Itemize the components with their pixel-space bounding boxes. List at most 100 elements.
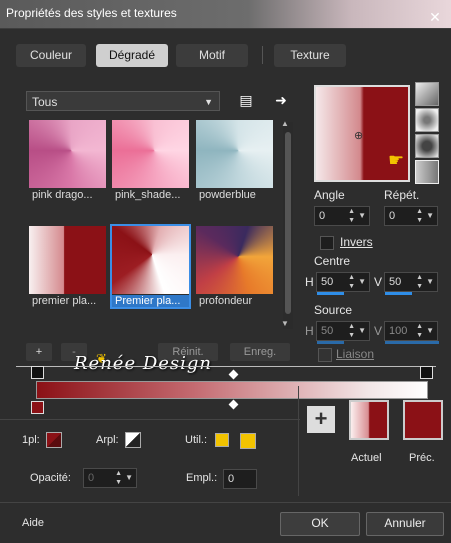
rectangular-style-button[interactable] [415,108,439,132]
gradient-tile-pink-dragon[interactable]: pink drago... [29,120,106,201]
arpl-label: Arpl: [96,434,119,446]
vertical-divider [298,386,299,496]
scroll-up-icon[interactable]: ▲ [281,119,289,128]
stepper-arrows-icon[interactable]: ▲ ▼ [115,469,122,487]
chevron-down-icon[interactable]: ▼ [125,469,133,487]
tab-motif[interactable]: Motif [176,44,248,67]
window-title: Propriétés des styles et textures [6,6,177,20]
source-v-stepper[interactable]: 100 ▲ ▼ ▼ [384,321,439,344]
stepper-arrows-icon[interactable]: ▲ ▼ [348,322,355,340]
chevron-down-icon[interactable]: ▼ [358,273,366,291]
repeat-stepper[interactable]: 0 ▲ ▼ ▼ [384,206,438,226]
chevron-down-icon[interactable]: ▼ [358,207,366,225]
add-swatch-button[interactable]: + [307,406,335,433]
gradient-thumbnail [29,226,106,294]
help-link[interactable]: Aide [22,517,44,529]
source-v-slider[interactable] [385,341,439,344]
source-h-label: H [305,324,314,338]
opacity-label: Opacité: [30,472,71,484]
center-v-stepper[interactable]: 50 ▲ ▼ ▼ [384,272,438,295]
source-label: Source [314,303,353,317]
transparency-stop-left[interactable] [31,366,44,379]
source-h-slider[interactable] [317,341,344,344]
gradient-tile-premier-plan-2[interactable]: Premier pla... [110,224,191,309]
center-v-value: 50 [389,276,402,288]
gradient-name: premier pla... [32,295,97,307]
chevron-down-icon[interactable]: ▼ [426,207,434,225]
radial-style-button[interactable] [415,134,439,158]
tab-degrade[interactable]: Dégradé [96,44,168,67]
stepper-arrows-icon[interactable]: ▲ ▼ [416,322,423,340]
util-swatch-1[interactable] [215,433,229,447]
empl-label: Empl.: [186,472,218,484]
stepper-arrows-icon[interactable]: ▲ ▼ [348,273,355,291]
chevron-down-icon: ▼ [204,97,213,107]
gradient-name: pink drago... [32,189,93,201]
gradient-tile-pink-shade[interactable]: pink_shade... [112,120,189,201]
gradient-thumbnail [112,226,189,294]
stop-color-swatch[interactable] [46,432,62,448]
chevron-down-icon[interactable]: ▼ [426,273,434,291]
opacity-stepper[interactable]: 0 ▲ ▼ ▼ [83,468,137,488]
footer-divider [0,502,451,503]
center-h-label: H [305,275,314,289]
cancel-button[interactable]: Annuler [366,512,444,536]
save-gradient-button[interactable]: Enreg. [230,343,290,361]
invert-label: Invers [340,235,373,249]
gradient-bar[interactable] [36,381,428,399]
scrollbar-thumb[interactable] [285,132,291,314]
center-v-label: V [374,275,383,289]
gradient-name: Premier pla... [112,295,189,307]
center-h-stepper[interactable]: 50 ▲ ▼ ▼ [316,272,370,295]
previous-label: Préc. [409,452,435,464]
center-h-slider[interactable] [317,292,344,295]
tab-texture[interactable]: Texture [274,44,346,67]
repeat-label: Répét. [384,188,420,202]
center-label: Centre [314,254,351,268]
add-gradient-button[interactable]: + [26,343,52,361]
color-stop-left[interactable] [31,401,44,414]
invert-checkbox[interactable] [320,236,334,250]
stop-color-label: 1pl: [22,434,40,446]
pointer-hand-icon: ☛ [388,150,405,170]
arrow-right-icon[interactable]: ➜ [272,91,290,109]
transparency-stop-right[interactable] [420,366,433,379]
gradient-tile-profondeur[interactable]: profondeur [196,226,273,307]
angle-stepper[interactable]: 0 ▲ ▼ ▼ [314,206,370,226]
stepper-arrows-icon[interactable]: ▲ ▼ [416,207,423,225]
source-h-stepper[interactable]: 50 ▲ ▼ ▼ [316,321,370,344]
stepper-arrows-icon[interactable]: ▲ ▼ [416,273,423,291]
category-dropdown[interactable]: Tous ▼ [26,91,220,111]
link-label: Liaison [336,347,375,361]
linear-style-button[interactable] [415,82,439,106]
source-v-value: 100 [389,325,408,337]
link-checkbox[interactable] [318,348,332,362]
center-handle-icon[interactable]: ⊕ [354,129,363,142]
tab-separator [262,46,263,64]
center-v-slider[interactable] [385,292,412,295]
chevron-down-icon[interactable]: ▼ [358,322,366,340]
gradient-tile-premier-plan-1[interactable]: premier pla... [29,226,106,307]
empl-value: 0 [228,473,235,485]
previous-swatch[interactable] [403,400,443,440]
arpl-swatch[interactable] [125,432,141,448]
util-swatch-2[interactable] [240,433,256,449]
current-label: Actuel [351,452,382,464]
gradient-name: profondeur [199,295,253,307]
stepper-arrows-icon[interactable]: ▲ ▼ [348,207,355,225]
gradient-name: powderblue [199,189,256,201]
ok-button[interactable]: OK [280,512,360,536]
angle-label: Angle [314,188,345,202]
scroll-down-icon[interactable]: ▼ [281,319,289,328]
sunburst-style-button[interactable] [415,160,439,184]
gradient-name: pink_shade... [115,189,181,201]
opacity-value: 0 [88,472,95,484]
close-icon[interactable]: ✕ [423,9,447,29]
current-swatch[interactable] [349,400,389,440]
gradient-tile-powderblue[interactable]: powderblue [196,120,273,201]
list-view-icon[interactable]: ▤ [237,91,255,109]
empl-input[interactable]: 0 [223,469,257,489]
tab-couleur[interactable]: Couleur [16,44,86,67]
chevron-down-icon[interactable]: ▼ [426,322,434,340]
divider [0,419,300,420]
